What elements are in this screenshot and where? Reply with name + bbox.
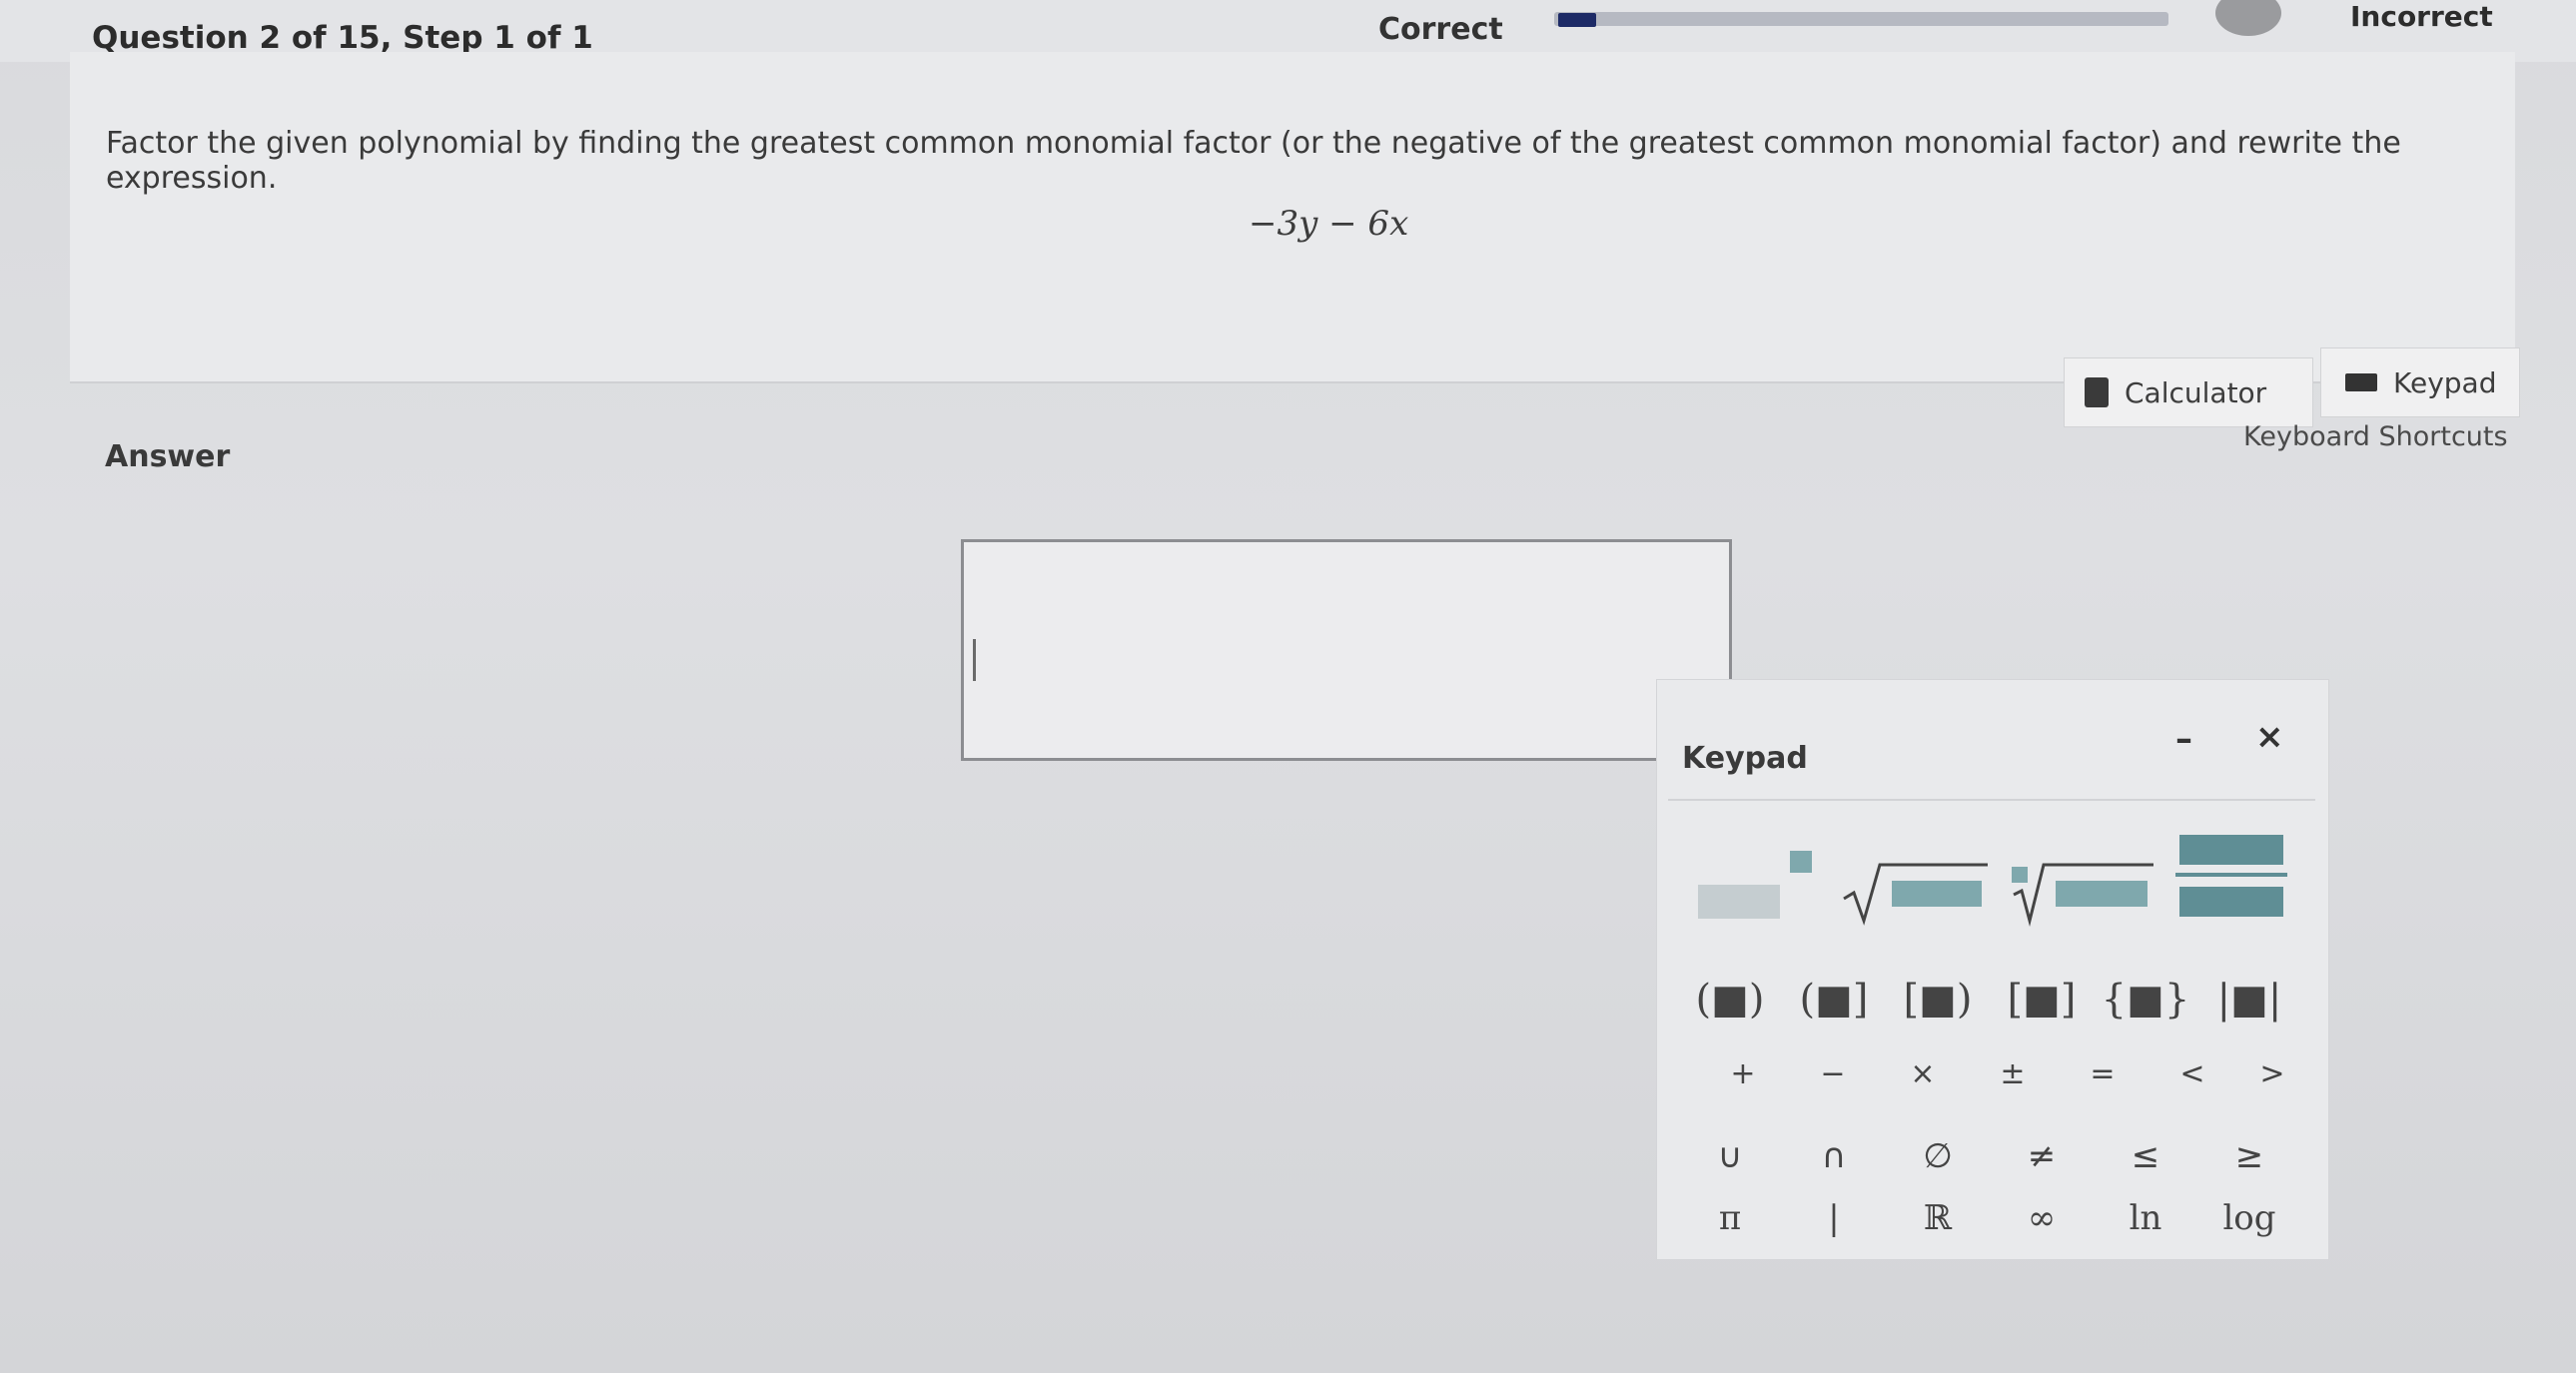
keypad-key[interactable]: ∩ [1782,1136,1886,1176]
keypad-key[interactable]: + [1698,1056,1788,1091]
answer-heading: Answer [105,439,231,474]
progress-bar [1554,12,2168,26]
keypad-key[interactable]: ≥ [2197,1136,2301,1176]
polynomial-expression: −3y − 6x [1249,204,1409,244]
keypad-key[interactable]: (■] [1782,977,1886,1023]
keypad-divider [1668,799,2315,801]
fraction-icon [2175,835,2287,917]
keypad-close-button[interactable]: × [2255,717,2284,757]
keypad-key[interactable]: ≤ [2094,1136,2197,1176]
keypad-key[interactable]: × [1878,1056,1968,1091]
keypad-key[interactable]: = [2058,1056,2147,1091]
exponent-key[interactable] [1698,829,1816,919]
keypad-key[interactable]: π [1678,1198,1782,1238]
calculator-button[interactable]: Calculator [2064,357,2313,427]
calculator-icon [2085,377,2109,407]
calculator-label: Calculator [2125,375,2267,409]
keypad-key[interactable]: |■| [2197,977,2301,1023]
nth-root-key[interactable] [2008,837,2157,927]
operators-row: + − × ± = < > [1698,1056,2307,1091]
keypad-key[interactable]: log [2197,1198,2301,1238]
keypad-key[interactable]: > [2237,1056,2307,1091]
keypad-key[interactable]: [■] [1990,977,2094,1023]
keypad-key[interactable]: ∪ [1678,1136,1782,1176]
keypad-key[interactable]: [■) [1886,977,1990,1023]
keypad-key[interactable]: ∅ [1886,1136,1990,1176]
keypad-key[interactable]: {■} [2094,977,2197,1023]
keypad-button[interactable]: Keypad [2320,347,2520,417]
keypad-key[interactable]: ≠ [1990,1136,2094,1176]
exponent-placeholder-icon [1790,851,1812,873]
keypad-key[interactable]: ∞ [1990,1198,2094,1238]
constants-row: π | ℝ ∞ ln log [1678,1198,2301,1238]
keypad-key[interactable]: (■) [1678,977,1782,1023]
keypad-title: Keypad [1682,741,1808,776]
base-placeholder-icon [1698,885,1780,919]
keypad-key[interactable]: ℝ [1886,1198,1990,1238]
incorrect-label: Incorrect [2350,0,2493,33]
set-symbols-row: ∪ ∩ ∅ ≠ ≤ ≥ [1678,1136,2301,1176]
fraction-key[interactable] [2169,829,2293,929]
brackets-row: (■) (■] [■) [■] {■} |■| [1678,977,2301,1023]
keyboard-shortcuts-link[interactable]: Keyboard Shortcuts [2243,421,2508,452]
keypad-key[interactable]: < [2147,1056,2237,1091]
keypad-key[interactable]: | [1782,1198,1886,1238]
keypad-label: Keypad [2393,365,2497,399]
keypad-minimize-button[interactable]: – [2175,719,2192,759]
nth-root-icon [2012,863,2153,927]
text-cursor [973,639,976,681]
correct-label: Correct [1378,12,1503,47]
square-root-icon [1843,863,1988,926]
keypad-key[interactable]: ln [2094,1198,2197,1238]
square-root-key[interactable] [1840,837,1990,927]
progress-bar-fill [1558,13,1596,27]
keypad-key[interactable]: − [1788,1056,1878,1091]
question-prompt: Factor the given polynomial by finding t… [106,126,2401,196]
keypad-key[interactable]: ± [1968,1056,2058,1091]
answer-input[interactable] [961,539,1732,761]
keyboard-icon [2345,373,2377,391]
question-counter: Question 2 of 15, Step 1 of 1 [92,20,593,56]
